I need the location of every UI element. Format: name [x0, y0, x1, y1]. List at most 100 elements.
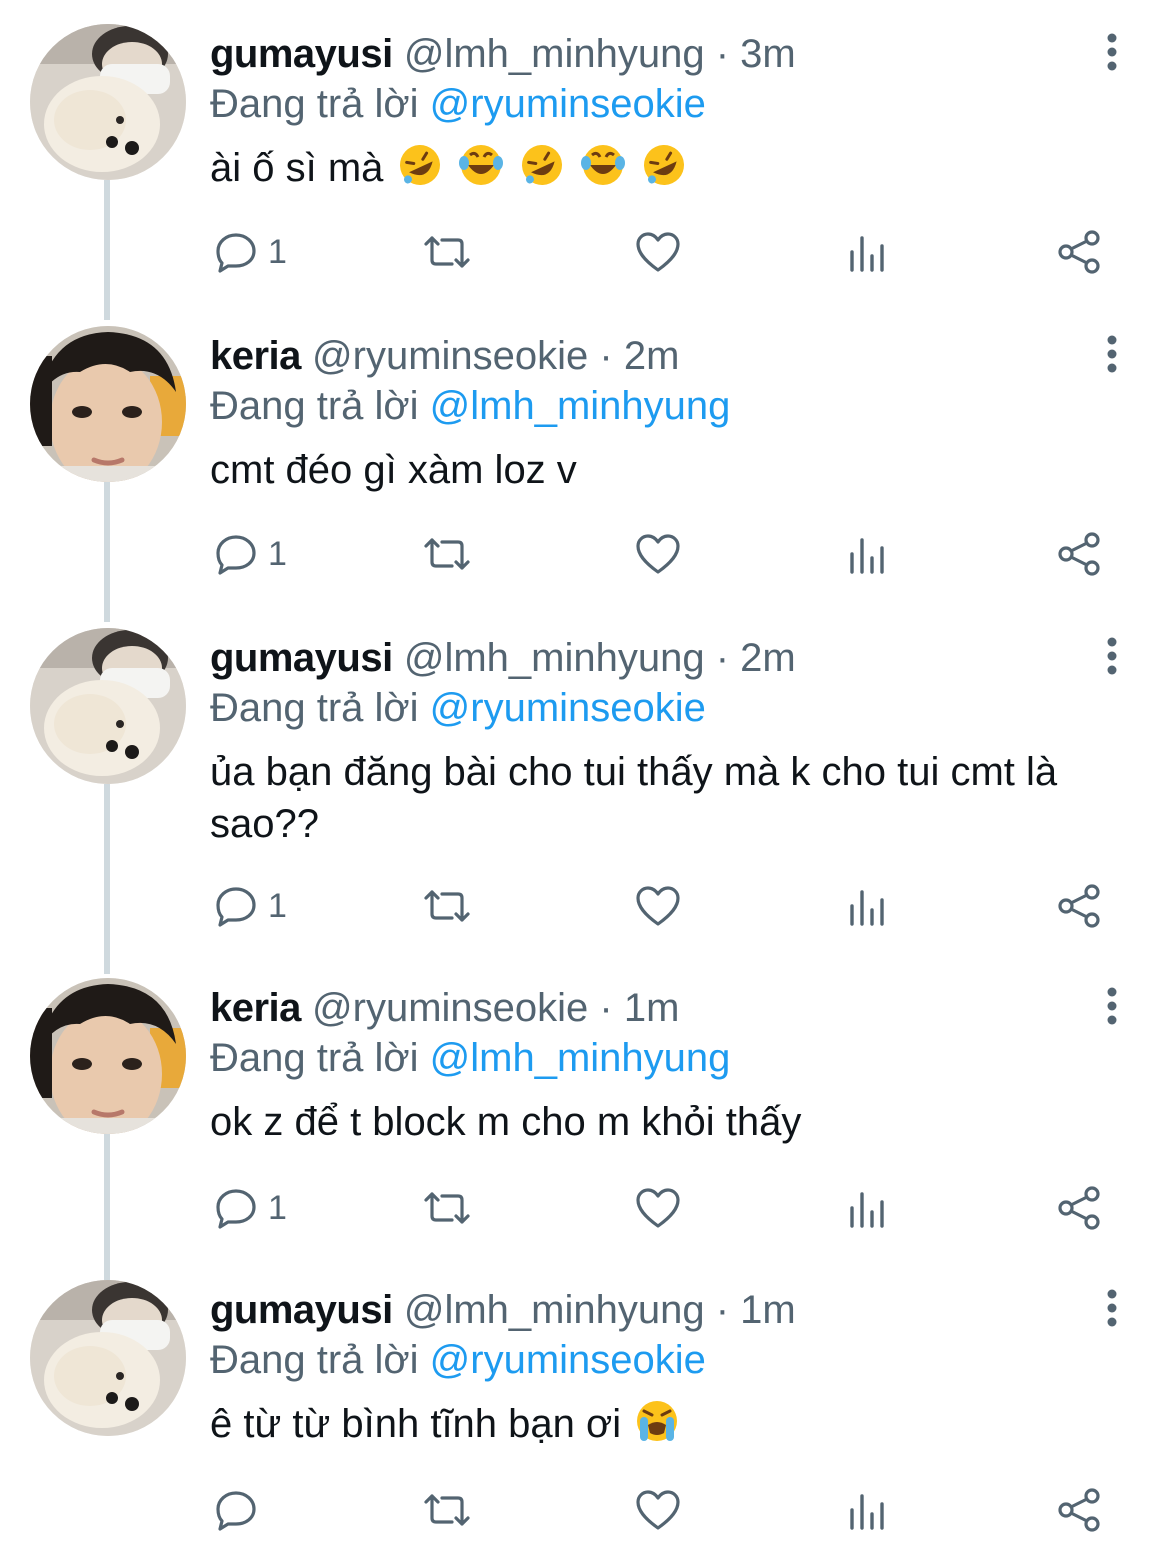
reply-button[interactable]: 1	[214, 524, 287, 584]
timestamp[interactable]: 1m	[624, 986, 680, 1030]
user-handle[interactable]: @lmh_minhyung	[404, 636, 705, 680]
user-handle[interactable]: @ryuminseokie	[312, 334, 588, 378]
rolling-on-floor-laughing-emoji	[517, 143, 567, 200]
tweet[interactable]: gumayusi @lmh_minhyung · 2m Đang trả lời…	[0, 604, 1176, 974]
display-name[interactable]: gumayusi	[210, 636, 393, 680]
timestamp[interactable]: 3m	[740, 32, 796, 76]
tweet[interactable]: keria @ryuminseokie · 1m Đang trả lời @l…	[0, 954, 1176, 1284]
tweet[interactable]: gumayusi @lmh_minhyung · 1m Đang trả lời…	[0, 1256, 1176, 1556]
tweet-header: keria @ryuminseokie · 2m	[210, 332, 679, 380]
like-button[interactable]	[634, 876, 682, 936]
avatar[interactable]	[30, 24, 186, 180]
reply-icon	[216, 887, 256, 927]
retweet-button[interactable]	[420, 222, 474, 282]
share-button[interactable]	[1056, 1480, 1104, 1540]
like-button[interactable]	[634, 222, 682, 282]
share-icon	[1058, 884, 1100, 928]
dog-avatar-image	[30, 24, 186, 180]
reply-icon	[216, 1491, 256, 1531]
retweet-button[interactable]	[420, 524, 474, 584]
tweet-text: cmt đéo gì xàm loz v	[210, 444, 1130, 496]
face-avatar-image	[30, 978, 186, 1134]
retweet-button[interactable]	[420, 1480, 474, 1540]
replying-to-mention[interactable]: @ryuminseokie	[430, 1338, 706, 1382]
reply-count: 1	[268, 887, 287, 925]
avatar[interactable]	[30, 978, 186, 1134]
tweet-text-content: cmt đéo gì xàm loz v	[210, 448, 577, 492]
display-name[interactable]: keria	[210, 986, 301, 1030]
tweet-text: ê từ từ bình tĩnh bạn ơi	[210, 1398, 1130, 1456]
tweet-actions: 1	[0, 876, 1176, 936]
more-options-icon[interactable]	[1096, 1288, 1128, 1328]
analytics-icon	[850, 538, 884, 574]
more-options-icon[interactable]	[1096, 636, 1128, 676]
tweet-actions: 1	[0, 524, 1176, 584]
views-button[interactable]	[848, 876, 888, 936]
separator: ·	[715, 636, 730, 680]
share-icon	[1058, 1186, 1100, 1230]
reply-button[interactable]	[214, 1480, 268, 1540]
retweet-button[interactable]	[420, 1178, 474, 1238]
replying-to-mention[interactable]: @ryuminseokie	[430, 82, 706, 126]
separator: ·	[599, 334, 613, 378]
like-button[interactable]	[634, 1178, 682, 1238]
replying-to-label: Đang trả lời	[210, 82, 419, 126]
display-name[interactable]: keria	[210, 334, 301, 378]
replying-to-line: Đang trả lời @lmh_minhyung	[210, 382, 730, 430]
face-avatar-image	[30, 326, 186, 482]
tweet[interactable]: gumayusi @lmh_minhyung · 3m Đang trả lời…	[0, 0, 1176, 320]
share-button[interactable]	[1056, 1178, 1104, 1238]
more-options-icon[interactable]	[1096, 334, 1128, 374]
user-handle[interactable]: @ryuminseokie	[312, 986, 588, 1030]
timestamp[interactable]: 1m	[740, 1288, 796, 1332]
views-button[interactable]	[848, 1480, 888, 1540]
analytics-icon	[850, 890, 884, 926]
user-handle[interactable]: @lmh_minhyung	[404, 1288, 705, 1332]
share-button[interactable]	[1056, 222, 1104, 282]
replying-to-line: Đang trả lời @ryuminseokie	[210, 684, 706, 732]
replying-to-line: Đang trả lời @ryuminseokie	[210, 1336, 706, 1384]
dog-avatar-image	[30, 628, 186, 784]
retweet-button[interactable]	[420, 876, 474, 936]
like-button[interactable]	[634, 1480, 682, 1540]
retweet-icon	[424, 538, 470, 570]
replying-to-mention[interactable]: @lmh_minhyung	[430, 1036, 731, 1080]
tweet-text-content: ủa bạn đăng bài cho tui thấy mà k cho tu…	[210, 750, 1058, 846]
rolling-on-floor-laughing-emoji	[639, 143, 689, 200]
share-button[interactable]	[1056, 524, 1104, 584]
retweet-icon	[424, 890, 470, 922]
rolling-on-floor-laughing-emoji	[395, 143, 445, 200]
reply-count: 1	[268, 233, 287, 271]
display-name[interactable]: gumayusi	[210, 1288, 393, 1332]
timestamp[interactable]: 2m	[740, 636, 796, 680]
separator: ·	[715, 1288, 730, 1332]
reply-button[interactable]: 1	[214, 876, 287, 936]
reply-icon	[216, 535, 256, 575]
views-button[interactable]	[848, 524, 888, 584]
replying-to-mention[interactable]: @lmh_minhyung	[430, 384, 731, 428]
replying-to-mention[interactable]: @ryuminseokie	[430, 686, 706, 730]
tweet-actions: 1	[0, 222, 1176, 282]
more-options-icon[interactable]	[1096, 986, 1128, 1026]
like-button[interactable]	[634, 524, 682, 584]
reply-button[interactable]: 1	[214, 1178, 287, 1238]
share-button[interactable]	[1056, 876, 1104, 936]
timestamp[interactable]: 2m	[624, 334, 680, 378]
retweet-icon	[424, 236, 470, 268]
share-icon	[1058, 230, 1100, 274]
reply-icon	[216, 1189, 256, 1229]
tweet-text: ài ố sì mà	[210, 142, 1130, 200]
views-button[interactable]	[848, 1178, 888, 1238]
display-name[interactable]: gumayusi	[210, 32, 393, 76]
avatar[interactable]	[30, 1280, 186, 1436]
tweet[interactable]: keria @ryuminseokie · 2m Đang trả lời @l…	[0, 302, 1176, 622]
separator: ·	[599, 986, 613, 1030]
reply-button[interactable]: 1	[214, 222, 287, 282]
more-options-icon[interactable]	[1096, 32, 1128, 72]
avatar[interactable]	[30, 628, 186, 784]
tweet-text-content: ài ố sì mà	[210, 146, 384, 190]
views-button[interactable]	[848, 222, 888, 282]
user-handle[interactable]: @lmh_minhyung	[404, 32, 705, 76]
heart-icon	[636, 232, 680, 272]
avatar[interactable]	[30, 326, 186, 482]
